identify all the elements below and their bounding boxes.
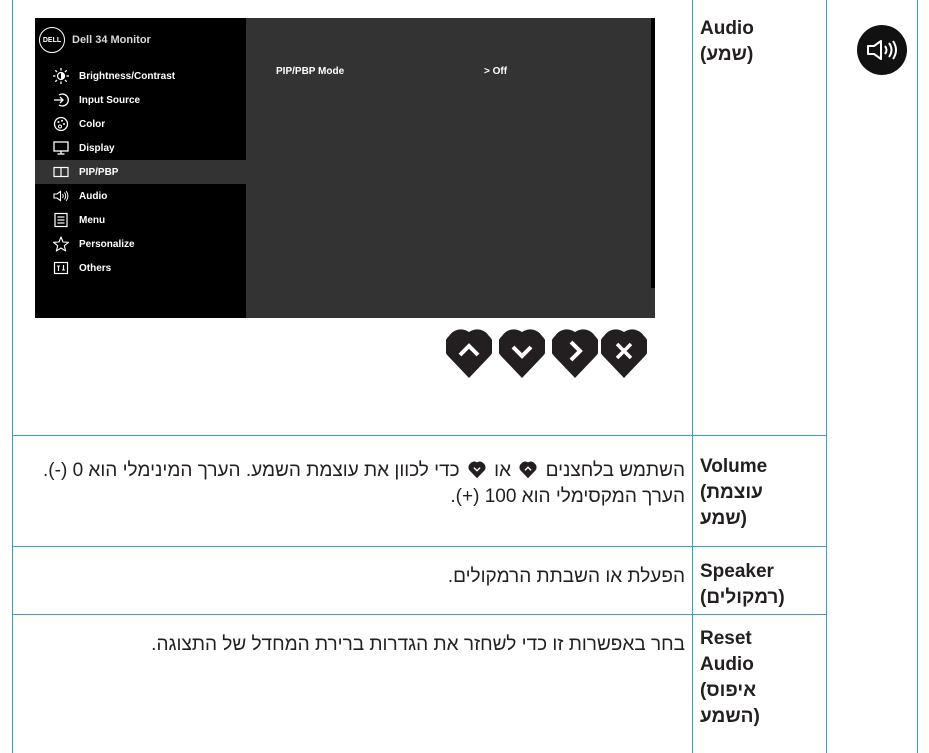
up-button-icon[interactable]	[446, 328, 492, 380]
param-speaker: Speaker (רמקולים)	[700, 561, 785, 608]
color-palette-icon	[53, 116, 69, 132]
audio-speaker-icon	[857, 25, 907, 75]
right-button-icon[interactable]	[552, 328, 598, 380]
down-button-icon	[468, 461, 486, 479]
osd-options-panel	[246, 18, 655, 318]
up-button-icon	[519, 461, 537, 479]
desc-reset-audio: בחר באפשרות זו כדי לשחזר את הגדרות ברירת…	[151, 634, 685, 655]
osd-item-pip-pbp[interactable]: PIP/PBP	[35, 160, 246, 184]
osd-model-name: Dell 34 Monitor	[72, 34, 151, 46]
osd-item-color[interactable]: Color	[35, 112, 246, 136]
display-icon	[53, 140, 69, 156]
exit-button-icon[interactable]	[601, 328, 647, 380]
osd-item-display[interactable]: Display	[35, 136, 246, 160]
desc-volume: השתמש בלחצנים או כדי לכוון את עוצמת השמע…	[43, 460, 685, 507]
others-icon	[53, 260, 69, 276]
table-border-mid	[692, 0, 693, 753]
osd-option-value[interactable]: > Off	[484, 66, 507, 77]
input-source-icon	[53, 92, 69, 108]
osd-item-input-source[interactable]: Input Source	[35, 88, 246, 112]
pip-icon	[53, 164, 69, 180]
osd-item-others[interactable]: Others	[35, 256, 246, 280]
osd-item-audio[interactable]: Audio	[35, 184, 246, 208]
osd-menu-screenshot: DELL Dell 34 Monitor Brightness/Contrast…	[35, 18, 655, 318]
row-divider-2	[12, 546, 827, 547]
param-audio: Audio (שמע)	[700, 18, 754, 65]
desc-speaker: הפעלת או השבתת הרמקולים.	[447, 566, 685, 587]
table-border-right	[917, 0, 918, 753]
speaker-icon	[53, 188, 69, 204]
brightness-icon	[53, 68, 69, 84]
osd-item-brightness[interactable]: Brightness/Contrast	[35, 64, 246, 88]
osd-item-personalize[interactable]: Personalize	[35, 232, 246, 256]
table-border-left	[12, 0, 13, 753]
row-divider-3	[12, 614, 827, 615]
table-border-param	[826, 0, 827, 753]
param-reset-audio: Reset Audio (איפוס השמע)	[700, 628, 760, 727]
menu-icon	[53, 212, 69, 228]
param-volume: Volume (עוצמת שמע)	[700, 456, 768, 529]
osd-edge	[651, 18, 655, 288]
row-divider-1	[12, 435, 827, 436]
dell-logo-icon: DELL	[39, 27, 65, 53]
osd-item-menu[interactable]: Menu	[35, 208, 246, 232]
osd-option-label[interactable]: PIP/PBP Mode	[276, 66, 344, 77]
star-icon	[53, 236, 69, 252]
down-button-icon[interactable]	[499, 328, 545, 380]
